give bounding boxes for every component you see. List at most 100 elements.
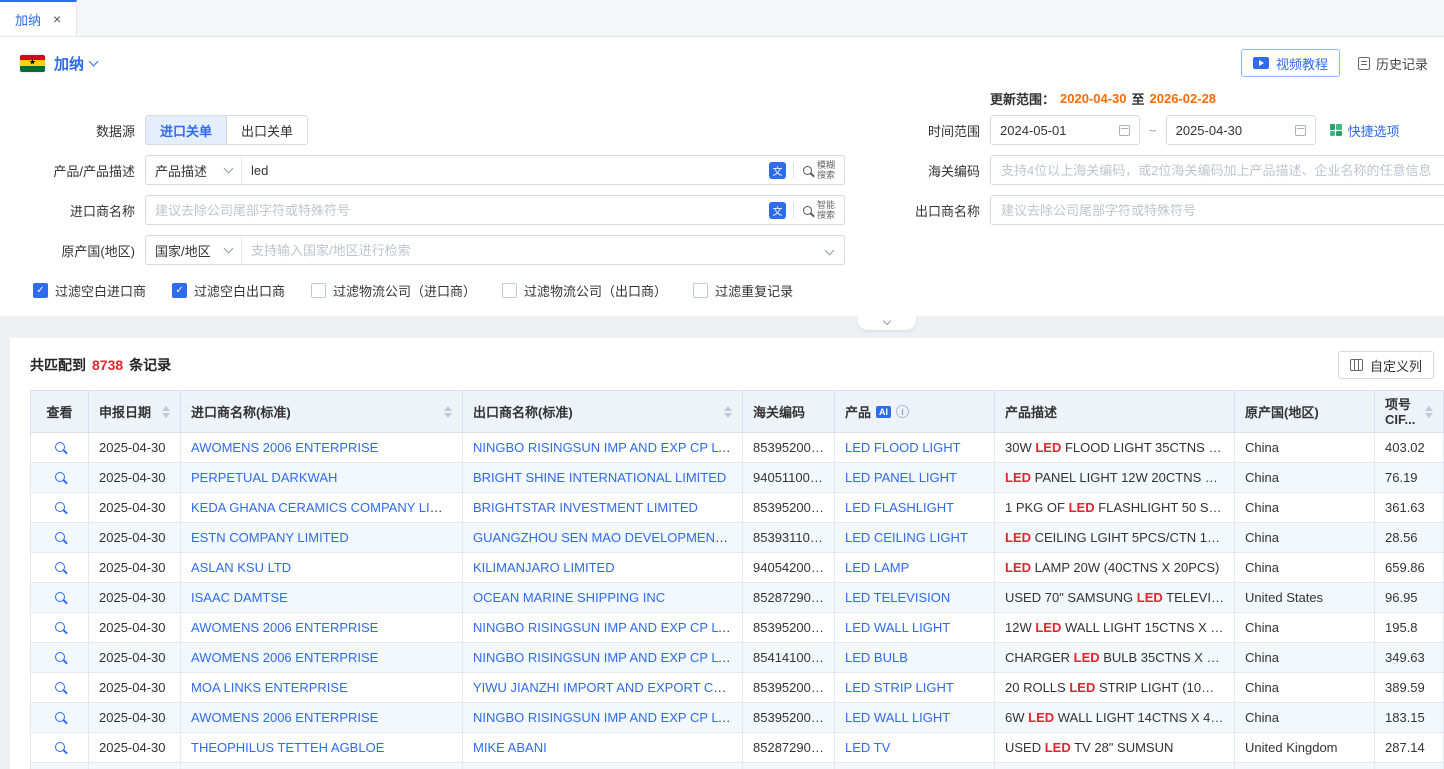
product-cell[interactable]: LED TELEVISION xyxy=(835,583,995,613)
filter-checkbox-item[interactable]: 过滤物流公司（进口商） xyxy=(311,281,476,300)
origin-country-input[interactable] xyxy=(242,243,822,258)
country-name[interactable]: 加纳 xyxy=(54,53,84,74)
product-cell[interactable]: LED WALL LIGHT xyxy=(835,613,995,643)
smart-search-button[interactable]: 智能 搜索 xyxy=(794,200,844,220)
exporter-name-cell[interactable]: BRIGHTSTAR INVESTMENT LIMITED xyxy=(463,493,743,523)
sort-icon[interactable] xyxy=(1419,406,1433,418)
view-cell[interactable] xyxy=(31,703,89,733)
view-cell[interactable] xyxy=(31,523,89,553)
tab-export-declarations[interactable]: 出口关单 xyxy=(226,116,307,144)
filter-checkbox-item[interactable]: 过滤空白出口商 xyxy=(172,281,285,300)
importer-name-cell[interactable]: MOA LINKS ENTERPRISE xyxy=(181,673,463,703)
tab-ghana[interactable]: 加纳 xyxy=(0,0,77,36)
column-header[interactable]: 出口商名称(标准) xyxy=(463,391,743,433)
importer-name-cell[interactable]: ISAAC DAMTSE xyxy=(181,583,463,613)
product-cell[interactable]: LED FLASHLIGHT xyxy=(835,493,995,523)
importer-name-cell[interactable]: AWOMENS 2006 ENTERPRISE xyxy=(181,703,463,733)
importer-name-cell[interactable]: AWOMENS 2006 ENTERPRISE xyxy=(181,643,463,673)
translate-icon[interactable] xyxy=(769,202,786,219)
view-cell[interactable] xyxy=(31,673,89,703)
filter-checkbox-item[interactable]: 过滤重复记录 xyxy=(693,281,793,300)
start-date-input[interactable]: 2024-05-01 xyxy=(990,115,1140,145)
product-cell[interactable]: LED LAMP xyxy=(835,553,995,583)
end-date-input[interactable]: 2025-04-30 xyxy=(1166,115,1316,145)
importer-name-cell[interactable]: KEDA GHANA CERAMICS COMPANY LIMITED xyxy=(181,493,463,523)
product-cell[interactable]: LED PANEL LIGHT xyxy=(835,463,995,493)
view-detail-icon[interactable] xyxy=(55,442,65,452)
fuzzy-search-button[interactable]: 模糊 搜索 xyxy=(794,160,844,180)
sort-icon[interactable] xyxy=(718,406,732,418)
column-header[interactable]: 进口商名称(标准) xyxy=(181,391,463,433)
product-cell[interactable]: LED CEILING LIGHT xyxy=(835,523,995,553)
checkbox[interactable] xyxy=(693,283,708,298)
info-icon[interactable] xyxy=(896,405,909,418)
checkbox[interactable] xyxy=(311,283,326,298)
view-cell[interactable] xyxy=(31,733,89,763)
tab-import-declarations[interactable]: 进口关单 xyxy=(146,116,226,144)
history-button[interactable]: 历史记录 xyxy=(1358,54,1428,73)
view-detail-icon[interactable] xyxy=(55,592,65,602)
exporter-name-cell[interactable]: KILIMANJARO LIMITED xyxy=(463,553,743,583)
importer-name-cell[interactable]: NOVA PLUS LTD xyxy=(181,763,463,769)
exporter-name-cell[interactable]: YIWU JIANZHI IMPORT AND EXPORT CO LTD xyxy=(463,673,743,703)
importer-name-cell[interactable]: THEOPHILUS TETTEH AGBLOE xyxy=(181,733,463,763)
exporter-name-cell[interactable]: MIKE ABANI xyxy=(463,733,743,763)
view-cell[interactable] xyxy=(31,583,89,613)
collapse-panel-toggle[interactable] xyxy=(858,316,916,330)
exporter-name-cell[interactable]: OCEAN MARINE SHIPPING INC xyxy=(463,583,743,613)
filter-checkbox-item[interactable]: 过滤空白进口商 xyxy=(33,281,146,300)
view-detail-icon[interactable] xyxy=(55,472,65,482)
product-cell[interactable]: LED FLOOD LIGHT xyxy=(835,433,995,463)
product-cell[interactable]: LED BULB xyxy=(835,643,995,673)
video-tutorial-button[interactable]: 视频教程 xyxy=(1241,49,1340,77)
view-detail-icon[interactable] xyxy=(55,502,65,512)
column-header[interactable]: 项号CIF... xyxy=(1375,391,1444,433)
exporter-name-cell[interactable]: NINGBO RISINGSUN IMP AND EXP CP LTD xyxy=(463,703,743,733)
quick-options-link[interactable]: 快捷选项 xyxy=(1330,121,1400,140)
column-header[interactable]: 申报日期 xyxy=(89,391,181,433)
exporter-name-cell[interactable]: NINGBO RISINGSUN IMP AND EXP CP LTD xyxy=(463,433,743,463)
view-cell[interactable] xyxy=(31,433,89,463)
checkbox[interactable] xyxy=(172,283,187,298)
importer-name-cell[interactable]: PERPETUAL DARKWAH xyxy=(181,463,463,493)
view-cell[interactable] xyxy=(31,553,89,583)
checkbox[interactable] xyxy=(33,283,48,298)
view-detail-icon[interactable] xyxy=(55,652,65,662)
exporter-name-cell[interactable]: NINGBO RISINGSUN IMP AND EXP CP LTD xyxy=(463,613,743,643)
view-cell[interactable] xyxy=(31,643,89,673)
product-cell[interactable]: LED WALL LIGHT xyxy=(835,703,995,733)
hs-code-input[interactable] xyxy=(990,155,1444,185)
importer-name-input[interactable] xyxy=(146,203,762,218)
view-detail-icon[interactable] xyxy=(55,682,65,692)
view-cell[interactable] xyxy=(31,463,89,493)
importer-name-cell[interactable]: ESTN COMPANY LIMITED xyxy=(181,523,463,553)
view-detail-icon[interactable] xyxy=(55,622,65,632)
exporter-name-input[interactable] xyxy=(990,195,1444,225)
view-cell[interactable] xyxy=(31,763,89,769)
importer-name-cell[interactable]: AWOMENS 2006 ENTERPRISE xyxy=(181,613,463,643)
exporter-name-cell[interactable]: NINGBO RISINGSUN IMP AND EXP CP LTD xyxy=(463,643,743,673)
origin-type-select[interactable]: 国家/地区 xyxy=(146,236,242,264)
sort-icon[interactable] xyxy=(156,406,170,418)
exporter-name-cell[interactable]: SHERAV HK LTD xyxy=(463,763,743,769)
tab-close-icon[interactable] xyxy=(53,11,61,27)
checkbox[interactable] xyxy=(502,283,517,298)
customize-columns-button[interactable]: 自定义列 xyxy=(1338,351,1434,379)
exporter-name-cell[interactable]: BRIGHT SHINE INTERNATIONAL LIMITED xyxy=(463,463,743,493)
view-detail-icon[interactable] xyxy=(55,532,65,542)
view-detail-icon[interactable] xyxy=(55,712,65,722)
sort-icon[interactable] xyxy=(438,406,452,418)
view-detail-icon[interactable] xyxy=(55,742,65,752)
importer-name-cell[interactable]: AWOMENS 2006 ENTERPRISE xyxy=(181,433,463,463)
view-cell[interactable] xyxy=(31,493,89,523)
importer-name-cell[interactable]: ASLAN KSU LTD xyxy=(181,553,463,583)
filter-checkbox-item[interactable]: 过滤物流公司（出口商） xyxy=(502,281,667,300)
product-cell[interactable]: LED TV xyxy=(835,733,995,763)
product-cell[interactable]: LED STRIP LIGHT xyxy=(835,673,995,703)
product-cell[interactable]: LED DOWNLIGHT xyxy=(835,763,995,769)
exporter-name-cell[interactable]: GUANGZHOU SEN MAO DEVELOPMENT C... xyxy=(463,523,743,553)
translate-icon[interactable] xyxy=(769,162,786,179)
view-cell[interactable] xyxy=(31,613,89,643)
product-field-select[interactable]: 产品描述 xyxy=(146,156,242,184)
view-detail-icon[interactable] xyxy=(55,562,65,572)
